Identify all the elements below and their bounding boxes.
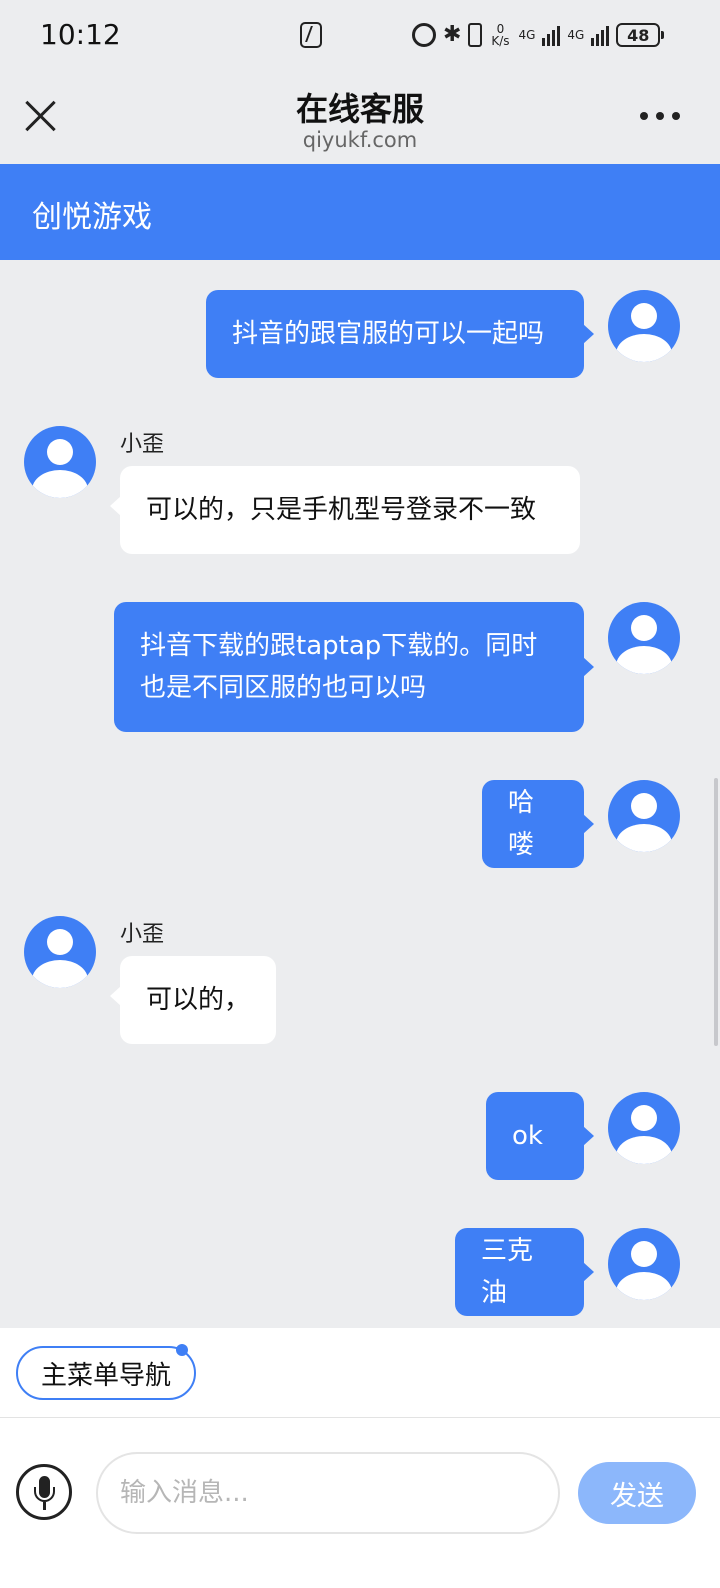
user-avatar xyxy=(608,1228,680,1300)
main-menu-nav-button[interactable]: 主菜单导航 xyxy=(16,1344,196,1400)
message-bubble-outgoing: ok xyxy=(486,1092,594,1180)
send-button[interactable]: 发送 xyxy=(578,1462,696,1524)
input-bar: 发送 xyxy=(0,1418,720,1588)
message-bubble-outgoing: 抖音下载的跟taptap下载的。同时 也是不同区服的也可以吗 xyxy=(114,602,594,732)
main-menu-nav-label: 主菜单导航 xyxy=(40,1360,171,1391)
agent-avatar xyxy=(24,426,96,498)
sender-name: 小歪 xyxy=(120,432,165,457)
page-title: 在线客服 xyxy=(295,90,424,128)
message-text-line: 也是不同区服的也可以吗 xyxy=(140,673,427,703)
status-bar: 10:12 ✱ 0 K/s 4G 4G 48 xyxy=(0,0,720,72)
net-speed: 0 K/s xyxy=(491,22,510,48)
message-text: 可以的，只是手机型号登录不一致 xyxy=(146,495,537,525)
net-type-2: 4G xyxy=(567,28,585,42)
message-text: 抖音的跟官服的可以一起吗 xyxy=(232,319,545,349)
nfc-icon xyxy=(300,22,322,48)
message-input[interactable] xyxy=(96,1452,560,1534)
notification-dot xyxy=(176,1344,188,1356)
message-text: ok xyxy=(512,1121,543,1151)
signal-icon xyxy=(542,24,561,46)
message-bubble-outgoing: 三克油 xyxy=(455,1228,594,1316)
user-avatar xyxy=(608,780,680,852)
battery-icon: 48 xyxy=(616,23,665,47)
vibrate-icon xyxy=(468,23,483,47)
user-avatar xyxy=(608,602,680,674)
message-bubble-incoming: 可以的， xyxy=(110,956,276,1044)
signal-icon xyxy=(591,24,610,46)
chat-scrollbar[interactable] xyxy=(714,778,718,1046)
bluetooth-icon: ✱ xyxy=(443,22,462,47)
message-text: 可以的， xyxy=(146,985,251,1015)
message-text: 三克油 xyxy=(481,1236,534,1308)
agent-avatar xyxy=(24,916,96,988)
brand-name: 创悦游戏 xyxy=(32,200,152,235)
alarm-icon xyxy=(412,23,436,47)
page-subtitle: qiyukf.com xyxy=(302,128,418,152)
status-time: 10:12 xyxy=(40,18,121,51)
message-text: 哈喽 xyxy=(508,788,535,860)
brand-bar: 创悦游戏 xyxy=(0,164,720,260)
more-options-icon[interactable] xyxy=(640,112,680,122)
user-avatar xyxy=(608,290,680,362)
sender-name: 小歪 xyxy=(120,922,165,947)
message-bubble-outgoing: 哈喽 xyxy=(482,780,594,868)
quick-menu-bar: 主菜单导航 xyxy=(0,1328,720,1418)
net-type-1: 4G xyxy=(518,28,536,42)
message-bubble-incoming: 可以的，只是手机型号登录不一致 xyxy=(110,466,580,554)
message-bubble-outgoing: 抖音的跟官服的可以一起吗 xyxy=(206,290,594,378)
microphone-icon[interactable] xyxy=(16,1464,72,1520)
user-avatar xyxy=(608,1092,680,1164)
app-header: 在线客服 qiyukf.com xyxy=(0,72,720,164)
message-text-line: 抖音下载的跟taptap下载的。同时 xyxy=(140,631,538,661)
status-icons: ✱ 0 K/s 4G 4G 48 xyxy=(412,18,665,52)
chat-messages[interactable]: 抖音的跟官服的可以一起吗 小歪 可以的，只是手机型号登录不一致 抖音下载的跟ta… xyxy=(0,260,720,1346)
